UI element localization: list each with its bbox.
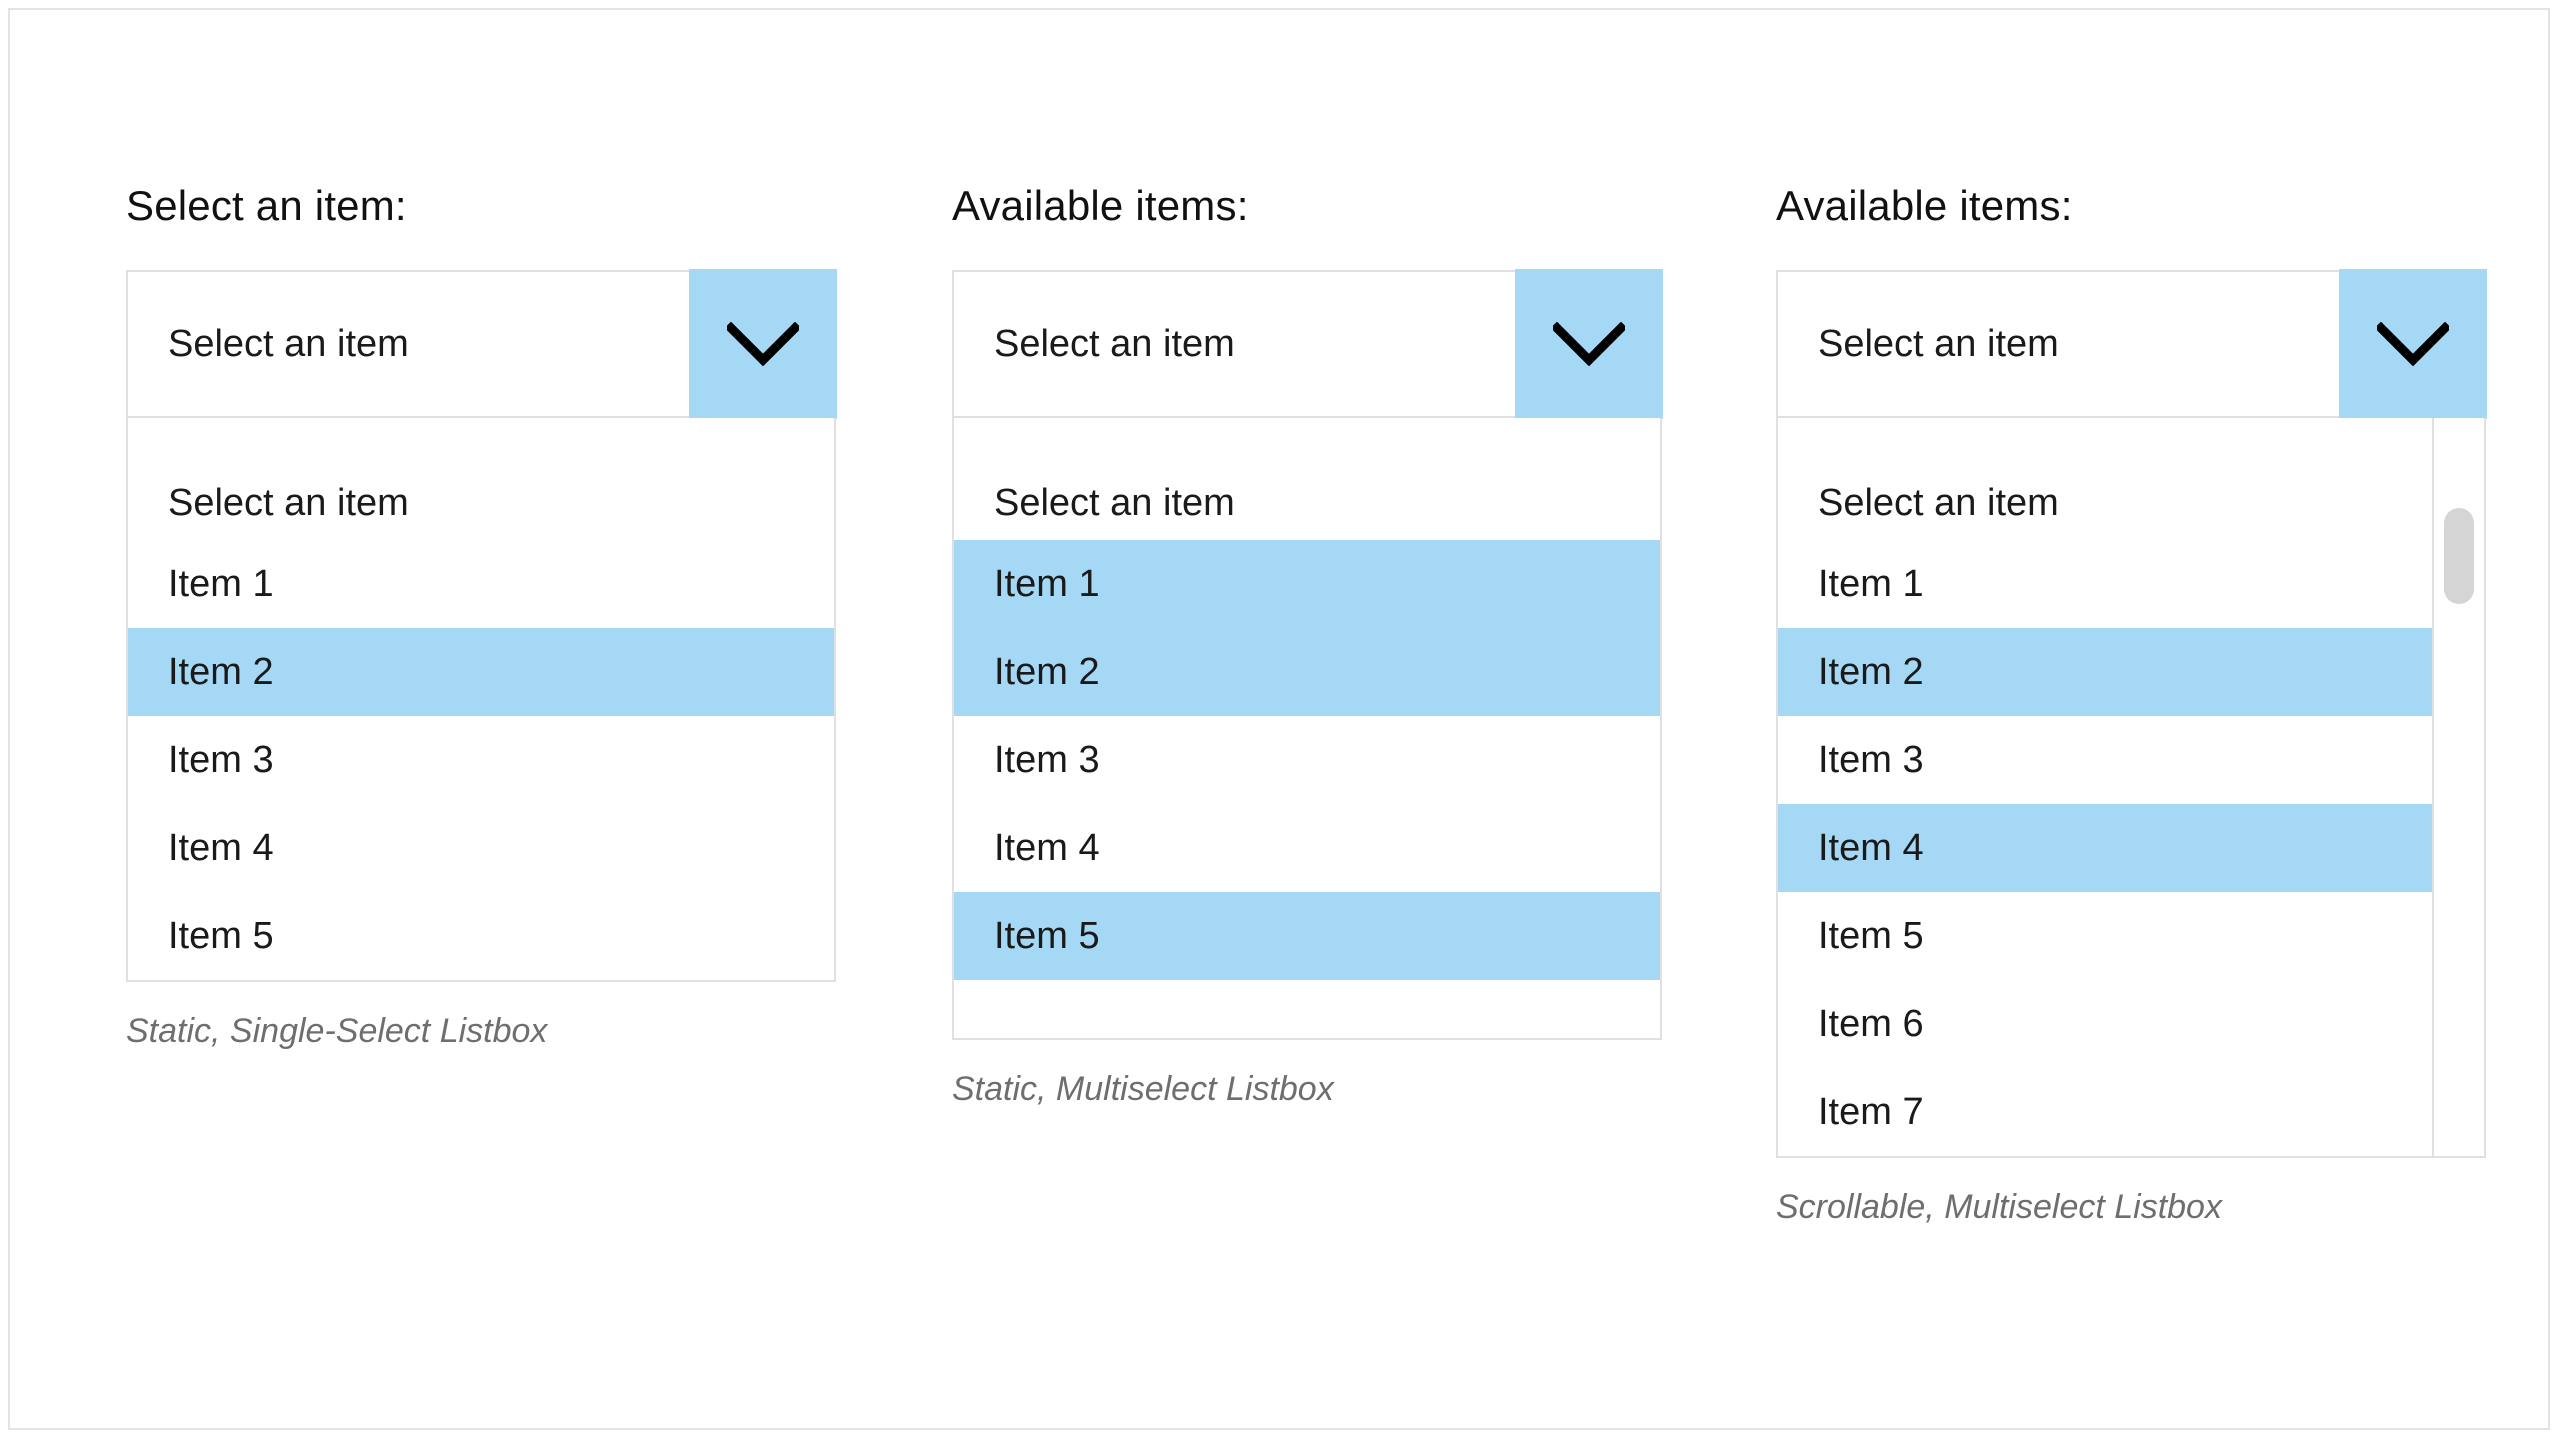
combobox-toggle-button[interactable] — [2339, 269, 2487, 419]
list-item[interactable]: Item 4 — [954, 804, 1660, 892]
list-item[interactable]: Select an item — [954, 418, 1660, 540]
list-item-label: Item 4 — [168, 825, 274, 871]
combobox-selected-value: Select an item — [128, 321, 409, 367]
list-item-label: Item 5 — [168, 913, 274, 959]
list-item-label: Item 3 — [168, 737, 274, 783]
list-item[interactable]: Item 2 — [128, 628, 834, 716]
chevron-down-icon — [2377, 322, 2449, 366]
combobox-toggle-button[interactable] — [1515, 269, 1663, 419]
list-item[interactable]: Item 5 — [954, 892, 1660, 980]
list-item[interactable]: Item 5 — [128, 892, 834, 980]
list-item[interactable]: Select an item — [128, 418, 834, 540]
combobox-selected-value: Select an item — [954, 321, 1235, 367]
list-item-label: Item 1 — [168, 561, 274, 607]
chevron-down-icon — [1553, 322, 1625, 366]
list-item-label: Select an item — [168, 480, 409, 526]
list-item[interactable]: Item 4 — [1778, 804, 2432, 892]
field-label: Available items: — [1776, 180, 2486, 232]
combobox-toggle-button[interactable] — [689, 269, 837, 419]
listbox-multiselect[interactable]: Select an item Item 1 Item 2 Item 3 Item… — [954, 418, 1660, 1038]
chevron-down-icon — [727, 322, 799, 366]
list-item-label: Select an item — [1818, 480, 2059, 526]
listbox-wrapper-scrollable-multiselect: Select an item Item 1 Item 2 Item 3 Item… — [1776, 418, 2486, 1158]
list-item[interactable]: Item 2 — [954, 628, 1660, 716]
list-item[interactable]: Item 5 — [1778, 892, 2432, 980]
listbox-wrapper-single-select: Select an item Item 1 Item 2 Item 3 Item… — [126, 418, 836, 982]
listbox-single-select[interactable]: Select an item Item 1 Item 2 Item 3 Item… — [128, 418, 834, 980]
listbox-wrapper-multiselect: Select an item Item 1 Item 2 Item 3 Item… — [952, 418, 1662, 1040]
example-caption: Static, Multiselect Listbox — [952, 1068, 1662, 1110]
field-label: Available items: — [952, 180, 1662, 232]
field-label: Select an item: — [126, 180, 836, 232]
list-item-label: Item 7 — [1818, 1089, 1924, 1135]
list-item[interactable]: Item 3 — [1778, 716, 2432, 804]
listbox-scrollbar-track[interactable] — [2432, 418, 2484, 1156]
list-item[interactable]: Select an item — [1778, 418, 2432, 540]
list-item-label: Item 4 — [994, 825, 1100, 871]
list-item[interactable]: Item 6 — [1778, 980, 2432, 1068]
list-item[interactable]: Item 3 — [128, 716, 834, 804]
list-item[interactable]: Item 4 — [128, 804, 834, 892]
list-item-label: Item 1 — [1818, 561, 1924, 607]
combobox-selected-value: Select an item — [1778, 321, 2059, 367]
list-item-label: Item 5 — [994, 913, 1100, 959]
combobox-single-select[interactable]: Select an item — [126, 270, 836, 418]
list-item-label: Item 3 — [994, 737, 1100, 783]
list-item[interactable]: Item 2 — [1778, 628, 2432, 716]
list-item-label: Select an item — [994, 480, 1235, 526]
listbox-example-single-select: Select an item: Select an item Select an… — [126, 180, 836, 1052]
list-item[interactable]: Item 1 — [128, 540, 834, 628]
listbox-example-multiselect: Available items: Select an item Select a… — [952, 180, 1662, 1110]
example-caption: Static, Single-Select Listbox — [126, 1010, 836, 1052]
combobox-multiselect[interactable]: Select an item — [952, 270, 1662, 418]
list-item-label: Item 4 — [1818, 825, 1924, 871]
combobox-scrollable-multiselect[interactable]: Select an item — [1776, 270, 2486, 418]
listbox-examples-container: Select an item: Select an item Select an… — [10, 10, 2548, 1428]
listbox-scrollable-multiselect[interactable]: Select an item Item 1 Item 2 Item 3 Item… — [1778, 418, 2432, 1156]
list-item-label: Item 2 — [1818, 649, 1924, 695]
list-item[interactable]: Item 3 — [954, 716, 1660, 804]
list-item-label: Item 1 — [994, 561, 1100, 607]
listbox-scrollbar-thumb[interactable] — [2444, 508, 2474, 604]
list-item-label: Item 5 — [1818, 913, 1924, 959]
page-frame: Select an item: Select an item Select an… — [8, 8, 2550, 1430]
list-item[interactable]: Item 1 — [954, 540, 1660, 628]
list-item-label: Item 3 — [1818, 737, 1924, 783]
list-item[interactable]: Item 7 — [1778, 1068, 2432, 1156]
list-item-label: Item 2 — [168, 649, 274, 695]
example-caption: Scrollable, Multiselect Listbox — [1776, 1186, 2486, 1228]
list-item[interactable]: Item 1 — [1778, 540, 2432, 628]
list-item-label: Item 6 — [1818, 1001, 1924, 1047]
list-item-label: Item 2 — [994, 649, 1100, 695]
listbox-example-scrollable-multiselect: Available items: Select an item Select a… — [1776, 180, 2486, 1228]
